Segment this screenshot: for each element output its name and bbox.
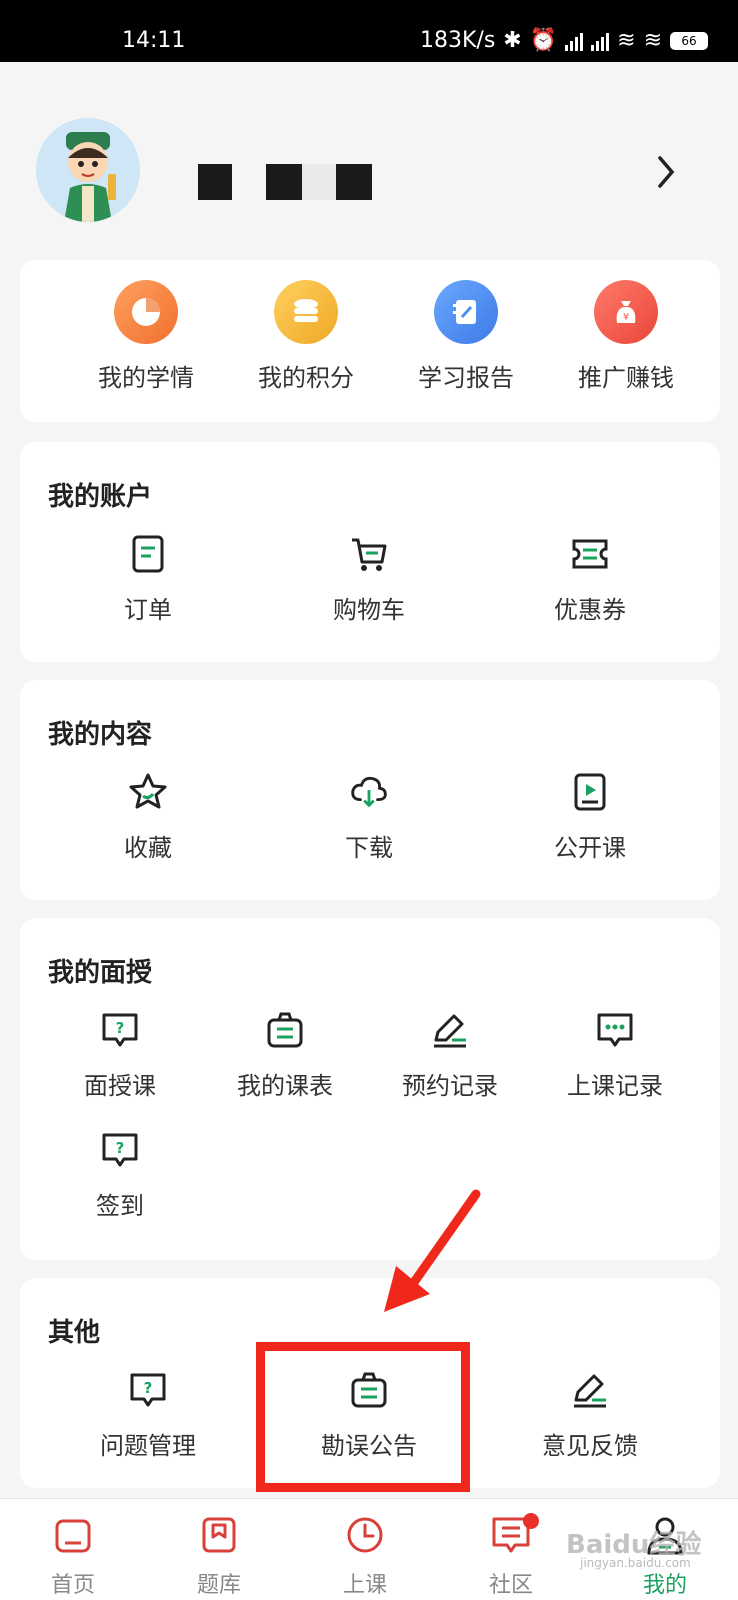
svg-text:?: ?: [116, 1139, 125, 1157]
tab-label: 我的: [642, 1573, 687, 1598]
tab-label: 社区: [488, 1573, 533, 1598]
account-item-cart[interactable]: 购物车: [279, 534, 459, 625]
profile-name-redacted: [198, 164, 372, 200]
quick-action-label: 我的学情: [98, 364, 194, 392]
content-item-downloads[interactable]: 下载: [279, 772, 459, 863]
content-item-favorites[interactable]: 收藏: [58, 772, 238, 863]
tab-label: 首页: [50, 1573, 95, 1598]
notification-badge: [523, 1513, 539, 1529]
watermark-url: jingyan.baidu.com: [580, 1556, 691, 1570]
section-title: 其他: [48, 1318, 101, 1348]
status-icons: 183K/s ✱ ⏰ ≋ ≋ 66: [420, 28, 708, 53]
status-bar: 14:11 183K/s ✱ ⏰ ≋ ≋ 66: [0, 0, 738, 62]
annotation-highlight-box: [256, 1342, 470, 1492]
question-bubble-icon: ?: [100, 1130, 140, 1170]
section-title: 我的内容: [48, 720, 153, 750]
tutoring-item-label: 我的课表: [237, 1072, 333, 1100]
bookmark-icon: [202, 1517, 236, 1553]
other-item-label: 问题管理: [100, 1432, 196, 1460]
quick-action-label: 我的积分: [258, 364, 354, 392]
content-item-open-courses[interactable]: 公开课: [500, 772, 680, 863]
signal-icon: [565, 31, 584, 51]
video-play-icon: [570, 772, 610, 812]
tutoring-item-checkin[interactable]: ? 签到: [30, 1130, 210, 1221]
section-title: 我的账户: [48, 482, 153, 512]
clock-icon: [347, 1517, 383, 1553]
account-item-label: 订单: [124, 596, 172, 624]
tutoring-item-reservations[interactable]: 预约记录: [360, 1010, 540, 1101]
tutoring-item-label: 上课记录: [567, 1072, 663, 1100]
pencil-line-icon: [570, 1370, 610, 1410]
tutoring-item-label: 签到: [96, 1192, 144, 1220]
content-item-label: 公开课: [554, 834, 626, 862]
notebook-edit-icon: [434, 280, 498, 344]
tutoring-item-label: 预约记录: [402, 1072, 498, 1100]
other-item-label: 意见反馈: [542, 1432, 638, 1460]
home-icon: [55, 1519, 91, 1553]
svg-text:¥: ¥: [623, 312, 629, 323]
coin-stack-icon: [274, 280, 338, 344]
question-bubble-icon: ?: [100, 1010, 140, 1050]
tab-community[interactable]: 社区: [451, 1513, 571, 1599]
order-doc-icon: [128, 534, 168, 574]
tutoring-item-class-records[interactable]: 上课记录: [525, 1010, 705, 1101]
battery-icon: 66: [670, 31, 708, 50]
account-item-label: 购物车: [333, 596, 405, 624]
cloud-download-icon: [349, 772, 389, 812]
tutoring-item-schedule[interactable]: 我的课表: [195, 1010, 375, 1101]
profile-header[interactable]: [0, 62, 738, 252]
chat-dots-icon: [595, 1010, 635, 1050]
account-item-orders[interactable]: 订单: [58, 534, 238, 625]
bluetooth-icon: ✱: [503, 28, 522, 53]
wifi-icon: ≋: [643, 28, 662, 53]
content-card: 我的内容 收藏 下载 公开课: [20, 680, 720, 900]
tab-class[interactable]: 上课: [305, 1513, 425, 1599]
signal-icon: [591, 31, 610, 51]
tab-home[interactable]: 首页: [13, 1513, 133, 1599]
wifi-icon: ≋: [617, 28, 636, 53]
other-item-questions[interactable]: ? 问题管理: [58, 1370, 238, 1461]
alarm-icon: ⏰: [529, 28, 558, 53]
other-item-feedback[interactable]: 意见反馈: [500, 1370, 680, 1461]
content-item-label: 下载: [345, 834, 393, 862]
section-title: 我的面授: [48, 958, 153, 988]
account-item-label: 优惠券: [554, 596, 626, 624]
ticket-icon: [570, 534, 610, 574]
chevron-right-icon[interactable]: [652, 152, 682, 192]
tab-question-bank[interactable]: 题库: [159, 1513, 279, 1599]
tutoring-item-label: 面授课: [84, 1072, 156, 1100]
pie-chart-icon: [114, 280, 178, 344]
pencil-line-icon: [430, 1010, 470, 1050]
account-item-coupons[interactable]: 优惠券: [500, 534, 680, 625]
status-time: 14:11: [122, 28, 186, 53]
account-card: 我的账户 订单 购物车 优惠券: [20, 442, 720, 662]
svg-text:?: ?: [116, 1019, 125, 1037]
network-speed: 183K/s: [419, 28, 496, 53]
tutoring-item-classes[interactable]: ? 面授课: [30, 1010, 210, 1101]
quick-action-points[interactable]: 我的积分: [226, 280, 386, 393]
quick-action-promote[interactable]: ¥ 推广赚钱: [546, 280, 706, 393]
quick-action-label: 推广赚钱: [578, 364, 674, 392]
quick-action-learning[interactable]: 我的学情: [66, 280, 226, 393]
tab-label: 题库: [196, 1573, 241, 1598]
quick-action-label: 学习报告: [418, 364, 514, 392]
annotation-arrow: [384, 1189, 481, 1312]
tutoring-card: 我的面授 ? 面授课 我的课表 预约记录 上课记录 ? 签到: [20, 918, 720, 1260]
svg-text:?: ?: [144, 1379, 153, 1397]
content-item-label: 收藏: [124, 834, 172, 862]
avatar[interactable]: [36, 118, 140, 222]
money-bag-icon: ¥: [594, 280, 658, 344]
tab-label: 上课: [342, 1573, 387, 1598]
question-bubble-icon: ?: [128, 1370, 168, 1410]
quick-actions-card: 我的学情 我的积分 学习报告 ¥ 推广赚钱: [20, 260, 720, 422]
schedule-bag-icon: [265, 1010, 305, 1050]
cart-icon: [349, 534, 389, 574]
star-icon: [128, 772, 168, 812]
quick-action-report[interactable]: 学习报告: [386, 280, 546, 393]
